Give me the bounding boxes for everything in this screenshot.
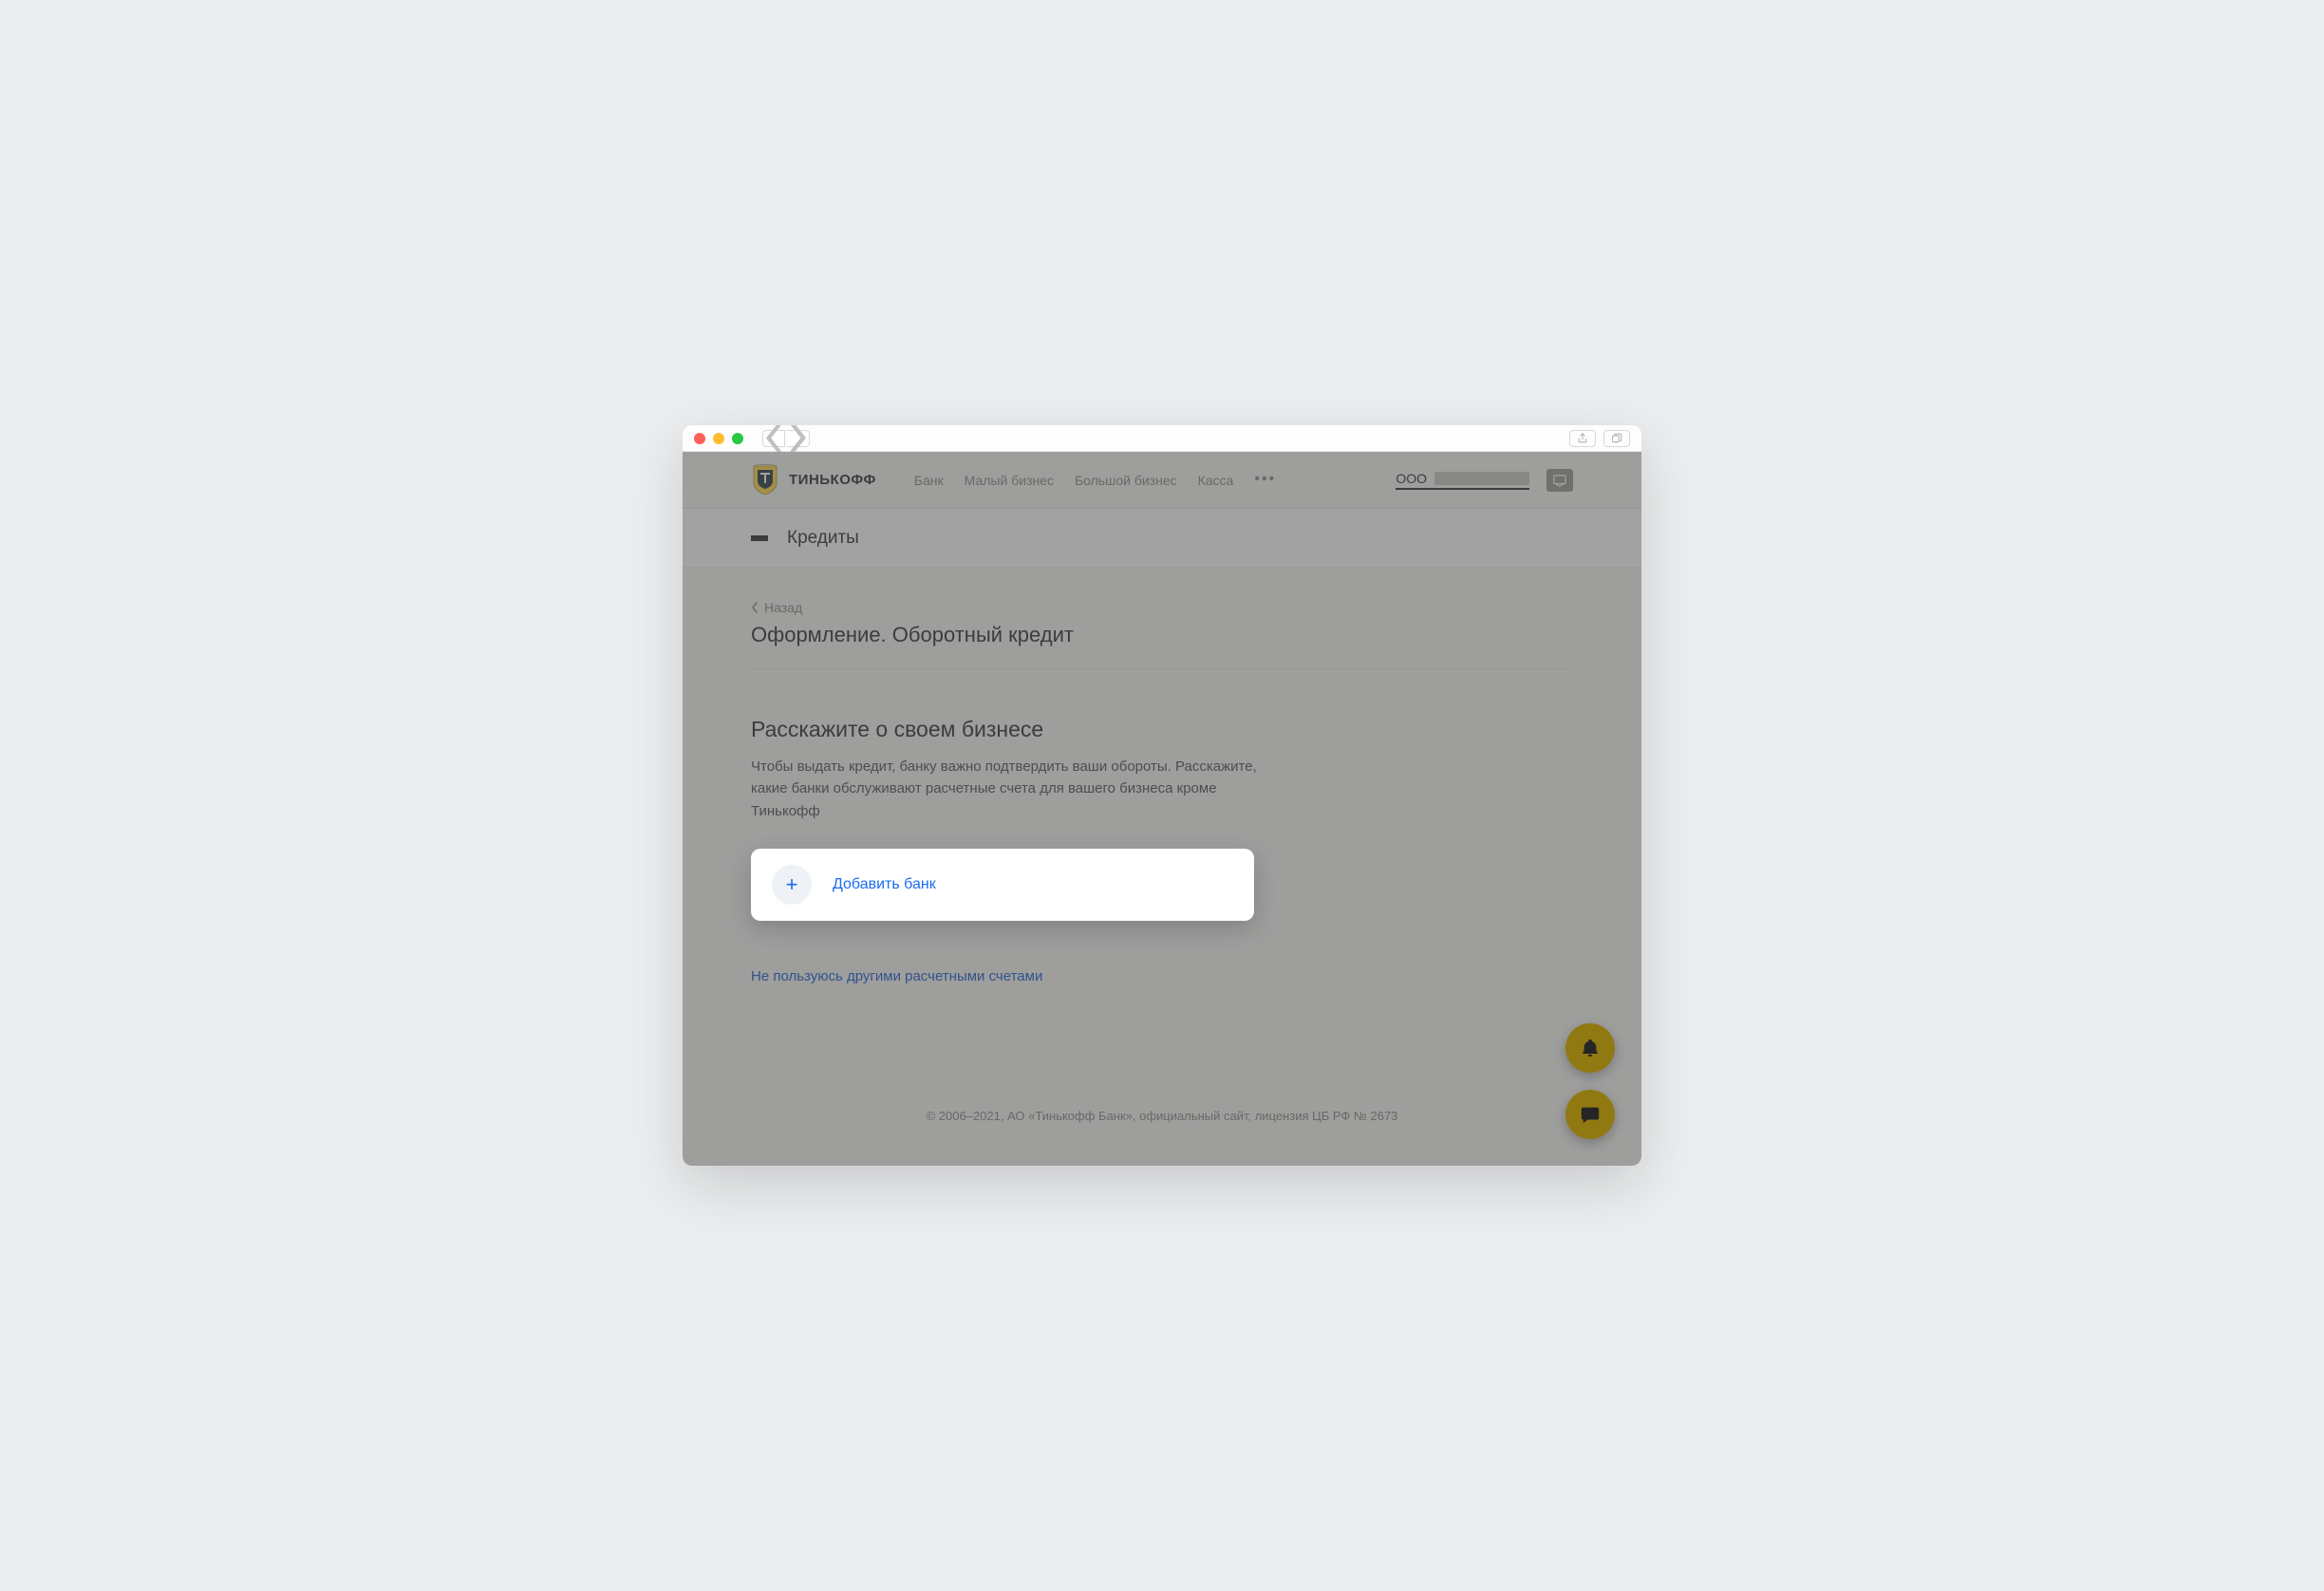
back-label: Назад <box>764 600 802 615</box>
share-button[interactable] <box>1569 430 1596 447</box>
browser-back-button[interactable] <box>762 430 785 447</box>
company-name-redacted <box>1434 472 1529 485</box>
section-title: Кредиты <box>787 528 859 549</box>
company-prefix: ООО <box>1396 471 1427 486</box>
page-title: Оформление. Оборотный кредит <box>751 623 1573 647</box>
form-section-title: Расскажите о своем бизнесе <box>751 717 1573 742</box>
nav-small-business[interactable]: Малый бизнес <box>965 473 1054 488</box>
browser-window: ТИНЬКОФФ Банк Малый бизнес Большой бизне… <box>683 425 1641 1166</box>
chat-fab[interactable] <box>1565 1090 1615 1139</box>
divider <box>751 668 1573 669</box>
plus-icon: + <box>772 865 812 905</box>
maximize-window-icon[interactable] <box>732 433 743 444</box>
brand-name: ТИНЬКОФФ <box>789 472 876 488</box>
nav-kassa[interactable]: Касса <box>1198 473 1234 488</box>
browser-forward-button[interactable] <box>787 430 810 447</box>
nav-more-icon[interactable]: ••• <box>1254 473 1276 488</box>
brand-logo[interactable]: ТИНЬКОФФ <box>751 464 876 496</box>
nav-big-business[interactable]: Большой бизнес <box>1075 473 1177 488</box>
traffic-lights <box>694 433 743 444</box>
minimize-window-icon[interactable] <box>713 433 724 444</box>
add-bank-label: Добавить банк <box>833 876 936 893</box>
add-bank-card[interactable]: + Добавить банк <box>751 849 1254 921</box>
mac-titlebar <box>683 425 1641 452</box>
footer-copyright: © 2006–2021, АО «Тинькофф Банк», официал… <box>751 1109 1573 1146</box>
notifications-fab[interactable] <box>1565 1023 1615 1073</box>
company-selector[interactable]: ООО <box>1396 471 1529 490</box>
chat-icon <box>1580 1104 1601 1125</box>
form-section-description: Чтобы выдать кредит, банку важно подтвер… <box>751 756 1264 822</box>
back-link[interactable]: Назад <box>751 600 1573 615</box>
account-switcher-button[interactable] <box>1546 469 1573 492</box>
brand-shield-icon <box>751 464 779 496</box>
chevron-left-icon <box>751 602 759 613</box>
browser-nav-arrows <box>762 430 810 447</box>
close-window-icon[interactable] <box>694 433 705 444</box>
app-viewport: ТИНЬКОФФ Банк Малый бизнес Большой бизне… <box>683 452 1641 1166</box>
section-subbar: Кредиты <box>683 509 1641 568</box>
bell-icon <box>1580 1038 1601 1058</box>
bank-header: ТИНЬКОФФ Банк Малый бизнес Большой бизне… <box>683 452 1641 509</box>
nav-bank[interactable]: Банк <box>914 473 944 488</box>
tabs-button[interactable] <box>1603 430 1630 447</box>
menu-icon[interactable] <box>751 535 768 541</box>
fab-stack <box>1565 1023 1615 1139</box>
main-nav: Банк Малый бизнес Большой бизнес Касса •… <box>914 473 1276 488</box>
no-other-accounts-link[interactable]: Не пользуюсь другими расчетными счетами <box>751 968 1042 984</box>
